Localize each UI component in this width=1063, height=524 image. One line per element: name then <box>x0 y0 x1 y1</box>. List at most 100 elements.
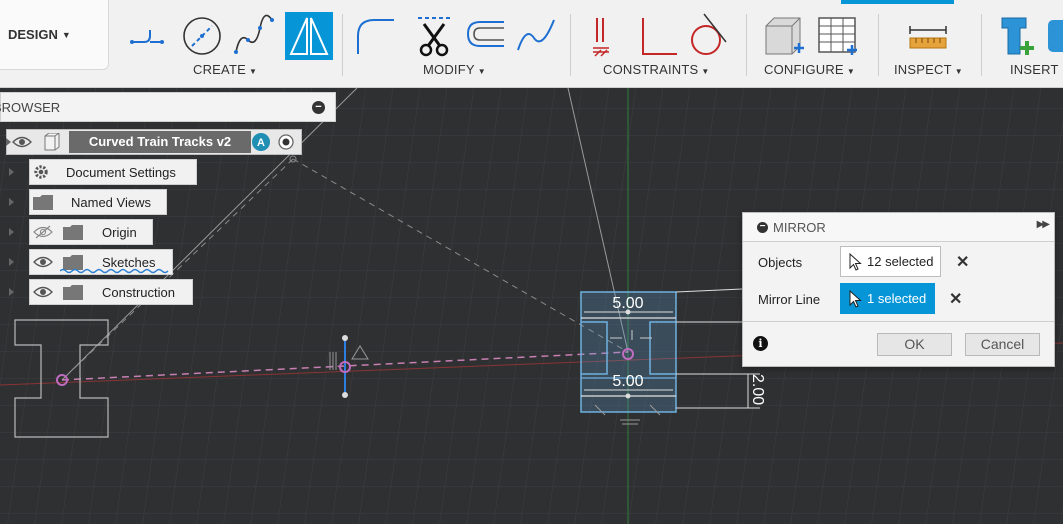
expand-arrows-icon[interactable]: ▶▶ <box>1037 219 1050 230</box>
cursor-arrow-icon <box>849 290 862 308</box>
fix-constraint-icon[interactable] <box>583 12 631 60</box>
browser-item-label: Origin <box>102 225 137 240</box>
mirror-dialog-header[interactable]: − MIRROR ▶▶ <box>743 213 1054 242</box>
chevron-down-icon: ▼ <box>954 67 963 76</box>
toolbar-divider <box>981 14 982 76</box>
create-menu[interactable]: CREATE ▼ <box>193 62 257 77</box>
mirror-line-selection-count: 1 selected <box>867 291 927 306</box>
selection-underline <box>60 268 169 274</box>
mirror-line-selector[interactable]: 1 selected <box>840 283 935 314</box>
browser-title: BROWSER <box>0 99 61 115</box>
objects-label: Objects <box>758 255 803 270</box>
objects-selection-count: 12 selected <box>867 254 934 269</box>
clear-objects-icon[interactable]: ✕ <box>956 252 969 272</box>
line-tool-icon[interactable] <box>126 12 174 60</box>
modify-menu[interactable]: MODIFY ▼ <box>423 62 486 77</box>
toolbar-divider <box>570 14 571 76</box>
dimension-bottom[interactable]: 5.00 <box>612 373 643 390</box>
cancel-button[interactable]: Cancel <box>965 333 1040 356</box>
toolbar-divider <box>342 14 343 76</box>
chevron-down-icon: ▼ <box>61 29 71 40</box>
expand-triangle-icon[interactable] <box>9 198 14 206</box>
configure-label: CONFIGURE <box>764 62 844 77</box>
configure-menu[interactable]: CONFIGURE ▼ <box>764 62 855 77</box>
workspace-switcher[interactable]: DESIGN ▼ <box>0 0 109 70</box>
svg-text:A: A <box>257 137 265 149</box>
expand-triangle-icon[interactable] <box>6 138 11 146</box>
sketch-scale-icon[interactable] <box>514 12 562 60</box>
insert-menu[interactable]: INSERT <box>1010 62 1059 77</box>
eye-icon[interactable] <box>33 255 53 269</box>
gear-icon <box>34 165 48 179</box>
ok-button[interactable]: OK <box>877 333 952 356</box>
line-endpoint[interactable] <box>342 335 348 341</box>
spline-tool-icon[interactable] <box>230 12 278 60</box>
mirror-dialog: − MIRROR ▶▶ Objects 12 selected ✕ Mirror… <box>742 212 1055 367</box>
insert-canvas-icon[interactable] <box>1046 12 1063 60</box>
trim-tool-icon[interactable] <box>410 12 458 60</box>
clear-mirror-line-icon[interactable]: ✕ <box>949 289 962 309</box>
toolbar-divider <box>746 14 747 76</box>
main-toolbar: DESIGN ▼ CREATE▼ MODIFY▼ CONSTRAINTS▼ <box>0 0 1063 88</box>
toolbar-divider <box>878 14 879 76</box>
offset-tool-icon[interactable] <box>462 12 510 60</box>
expand-triangle-icon[interactable] <box>9 258 14 266</box>
modify-label: MODIFY <box>423 62 475 77</box>
create-label: CREATE <box>193 62 246 77</box>
measure-tool-icon[interactable] <box>904 12 952 60</box>
expand-triangle-icon[interactable] <box>9 228 14 236</box>
active-tab-indicator <box>841 0 954 4</box>
browser-item-label: Named Views <box>71 195 151 210</box>
dimension-top[interactable]: 5.00 <box>612 295 643 312</box>
eye-icon[interactable] <box>33 285 53 299</box>
cursor-arrow-icon <box>849 253 862 271</box>
folder-icon <box>63 285 83 300</box>
folder-icon <box>33 195 53 210</box>
configure-table-icon[interactable] <box>813 12 861 60</box>
line-endpoint[interactable] <box>342 392 348 398</box>
perpendicular-constraint-icon[interactable] <box>635 12 683 60</box>
configure-box-icon[interactable] <box>760 12 808 60</box>
eye-hidden-icon[interactable] <box>33 225 53 239</box>
inspect-menu[interactable]: INSPECT ▼ <box>894 62 963 77</box>
browser-item-document-settings[interactable]: Document Settings <box>29 159 197 185</box>
chevron-down-icon: ▼ <box>846 67 855 76</box>
browser-item-label: Construction <box>102 285 175 300</box>
expand-triangle-icon[interactable] <box>9 288 14 296</box>
dialog-title: MIRROR <box>773 220 826 235</box>
browser-item-label: Document Settings <box>66 165 176 180</box>
insert-bolt-icon[interactable] <box>996 12 1044 60</box>
inspect-label: INSPECT <box>894 62 952 77</box>
tangent-constraint-icon[interactable] <box>684 12 732 60</box>
chevron-down-icon: ▼ <box>701 67 710 76</box>
constraints-label: CONSTRAINTS <box>603 62 699 77</box>
collapse-icon[interactable]: − <box>757 222 768 233</box>
workspace-label: DESIGN <box>8 27 58 42</box>
document-icon <box>44 133 60 151</box>
expand-triangle-icon[interactable] <box>9 168 14 176</box>
info-icon[interactable]: i <box>753 336 768 351</box>
browser-item-origin[interactable]: Origin <box>29 219 153 245</box>
objects-selector[interactable]: 12 selected <box>840 246 941 277</box>
mirror-tool-icon[interactable] <box>285 12 333 60</box>
insert-label: INSERT <box>1010 62 1059 77</box>
browser-root-item[interactable]: Curved Train Tracks v2 A <box>6 129 302 155</box>
browser-item-named-views[interactable]: Named Views <box>29 189 167 215</box>
circle-tool-icon[interactable] <box>178 12 226 60</box>
eye-icon[interactable] <box>12 135 32 149</box>
mirror-line-label: Mirror Line <box>758 292 821 307</box>
document-name[interactable]: Curved Train Tracks v2 <box>69 131 251 153</box>
chevron-down-icon: ▼ <box>248 67 258 76</box>
active-component-icon[interactable]: A <box>251 132 271 152</box>
dialog-footer: i OK Cancel <box>743 321 1054 367</box>
chevron-down-icon: ▼ <box>477 67 486 76</box>
dimension-side[interactable]: 2.00 <box>749 374 766 405</box>
collapse-icon[interactable]: − <box>312 101 325 114</box>
folder-icon <box>63 225 83 240</box>
radio-activate-icon[interactable] <box>277 133 295 151</box>
browser-panel-header[interactable]: BROWSER − <box>0 92 336 122</box>
fillet-tool-icon[interactable] <box>352 12 400 60</box>
constraints-menu[interactable]: CONSTRAINTS ▼ <box>603 62 710 77</box>
browser-item-sketches[interactable]: Sketches <box>29 249 173 275</box>
browser-item-construction[interactable]: Construction <box>29 279 193 305</box>
